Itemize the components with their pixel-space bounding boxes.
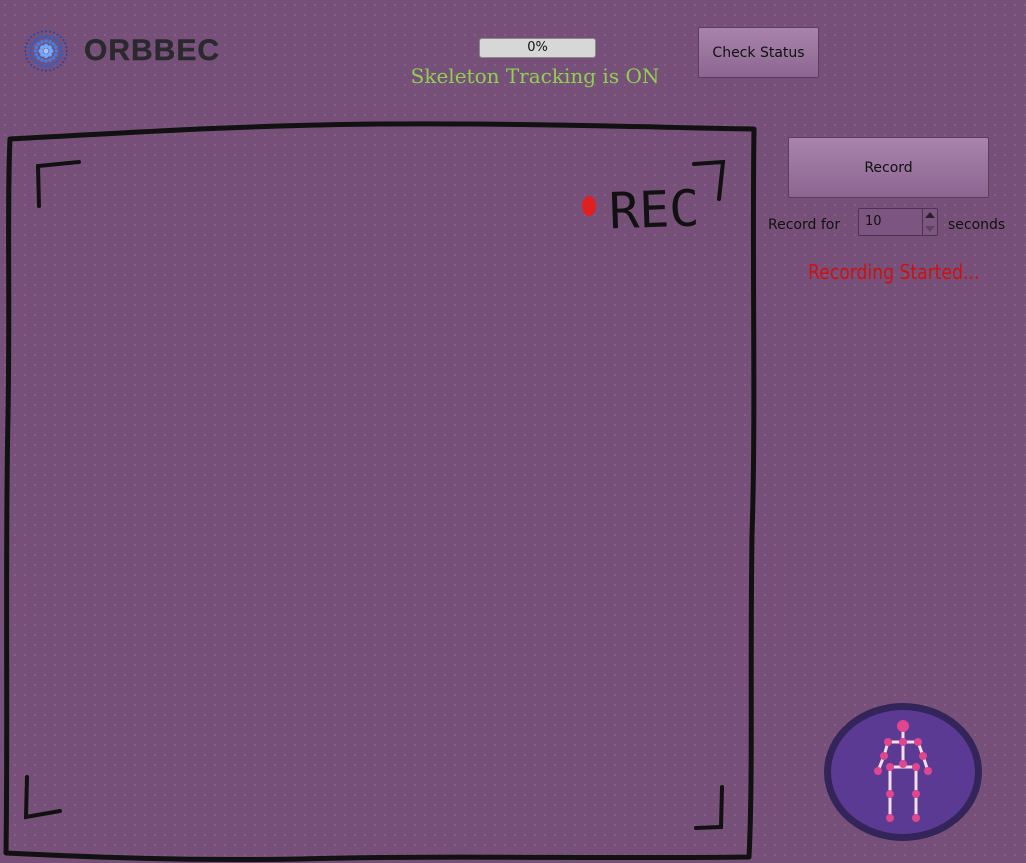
corner-mark-bottom-left xyxy=(23,775,62,820)
record-button[interactable]: Record xyxy=(788,137,989,198)
logo-text: ORBBEC xyxy=(84,34,221,67)
skeleton-figure-icon xyxy=(824,703,982,841)
duration-value[interactable]: 10 xyxy=(865,214,882,229)
chevron-up-icon[interactable] xyxy=(925,212,935,218)
rec-label: REC xyxy=(608,179,700,240)
seconds-label: seconds xyxy=(948,217,1006,233)
progress-label: 0% xyxy=(527,40,548,55)
progress-bar: 0% xyxy=(479,38,596,58)
corner-mark-top-left xyxy=(35,160,81,208)
tracking-status: Skeleton Tracking is ON xyxy=(410,64,660,88)
orbbec-logo-icon xyxy=(24,30,68,72)
rec-dot-icon xyxy=(582,196,596,216)
camera-viewport: REC xyxy=(3,121,757,863)
spinbox-arrows xyxy=(922,209,937,235)
chevron-down-icon[interactable] xyxy=(925,226,935,232)
orbbec-logo: ORBBEC xyxy=(16,28,256,76)
duration-spinbox[interactable]: 10 xyxy=(858,208,938,236)
corner-mark-bottom-right xyxy=(694,785,724,830)
check-status-button[interactable]: Check Status xyxy=(698,27,819,78)
recording-status: Recording Started... xyxy=(808,260,980,284)
record-for-label: Record for xyxy=(768,217,841,233)
